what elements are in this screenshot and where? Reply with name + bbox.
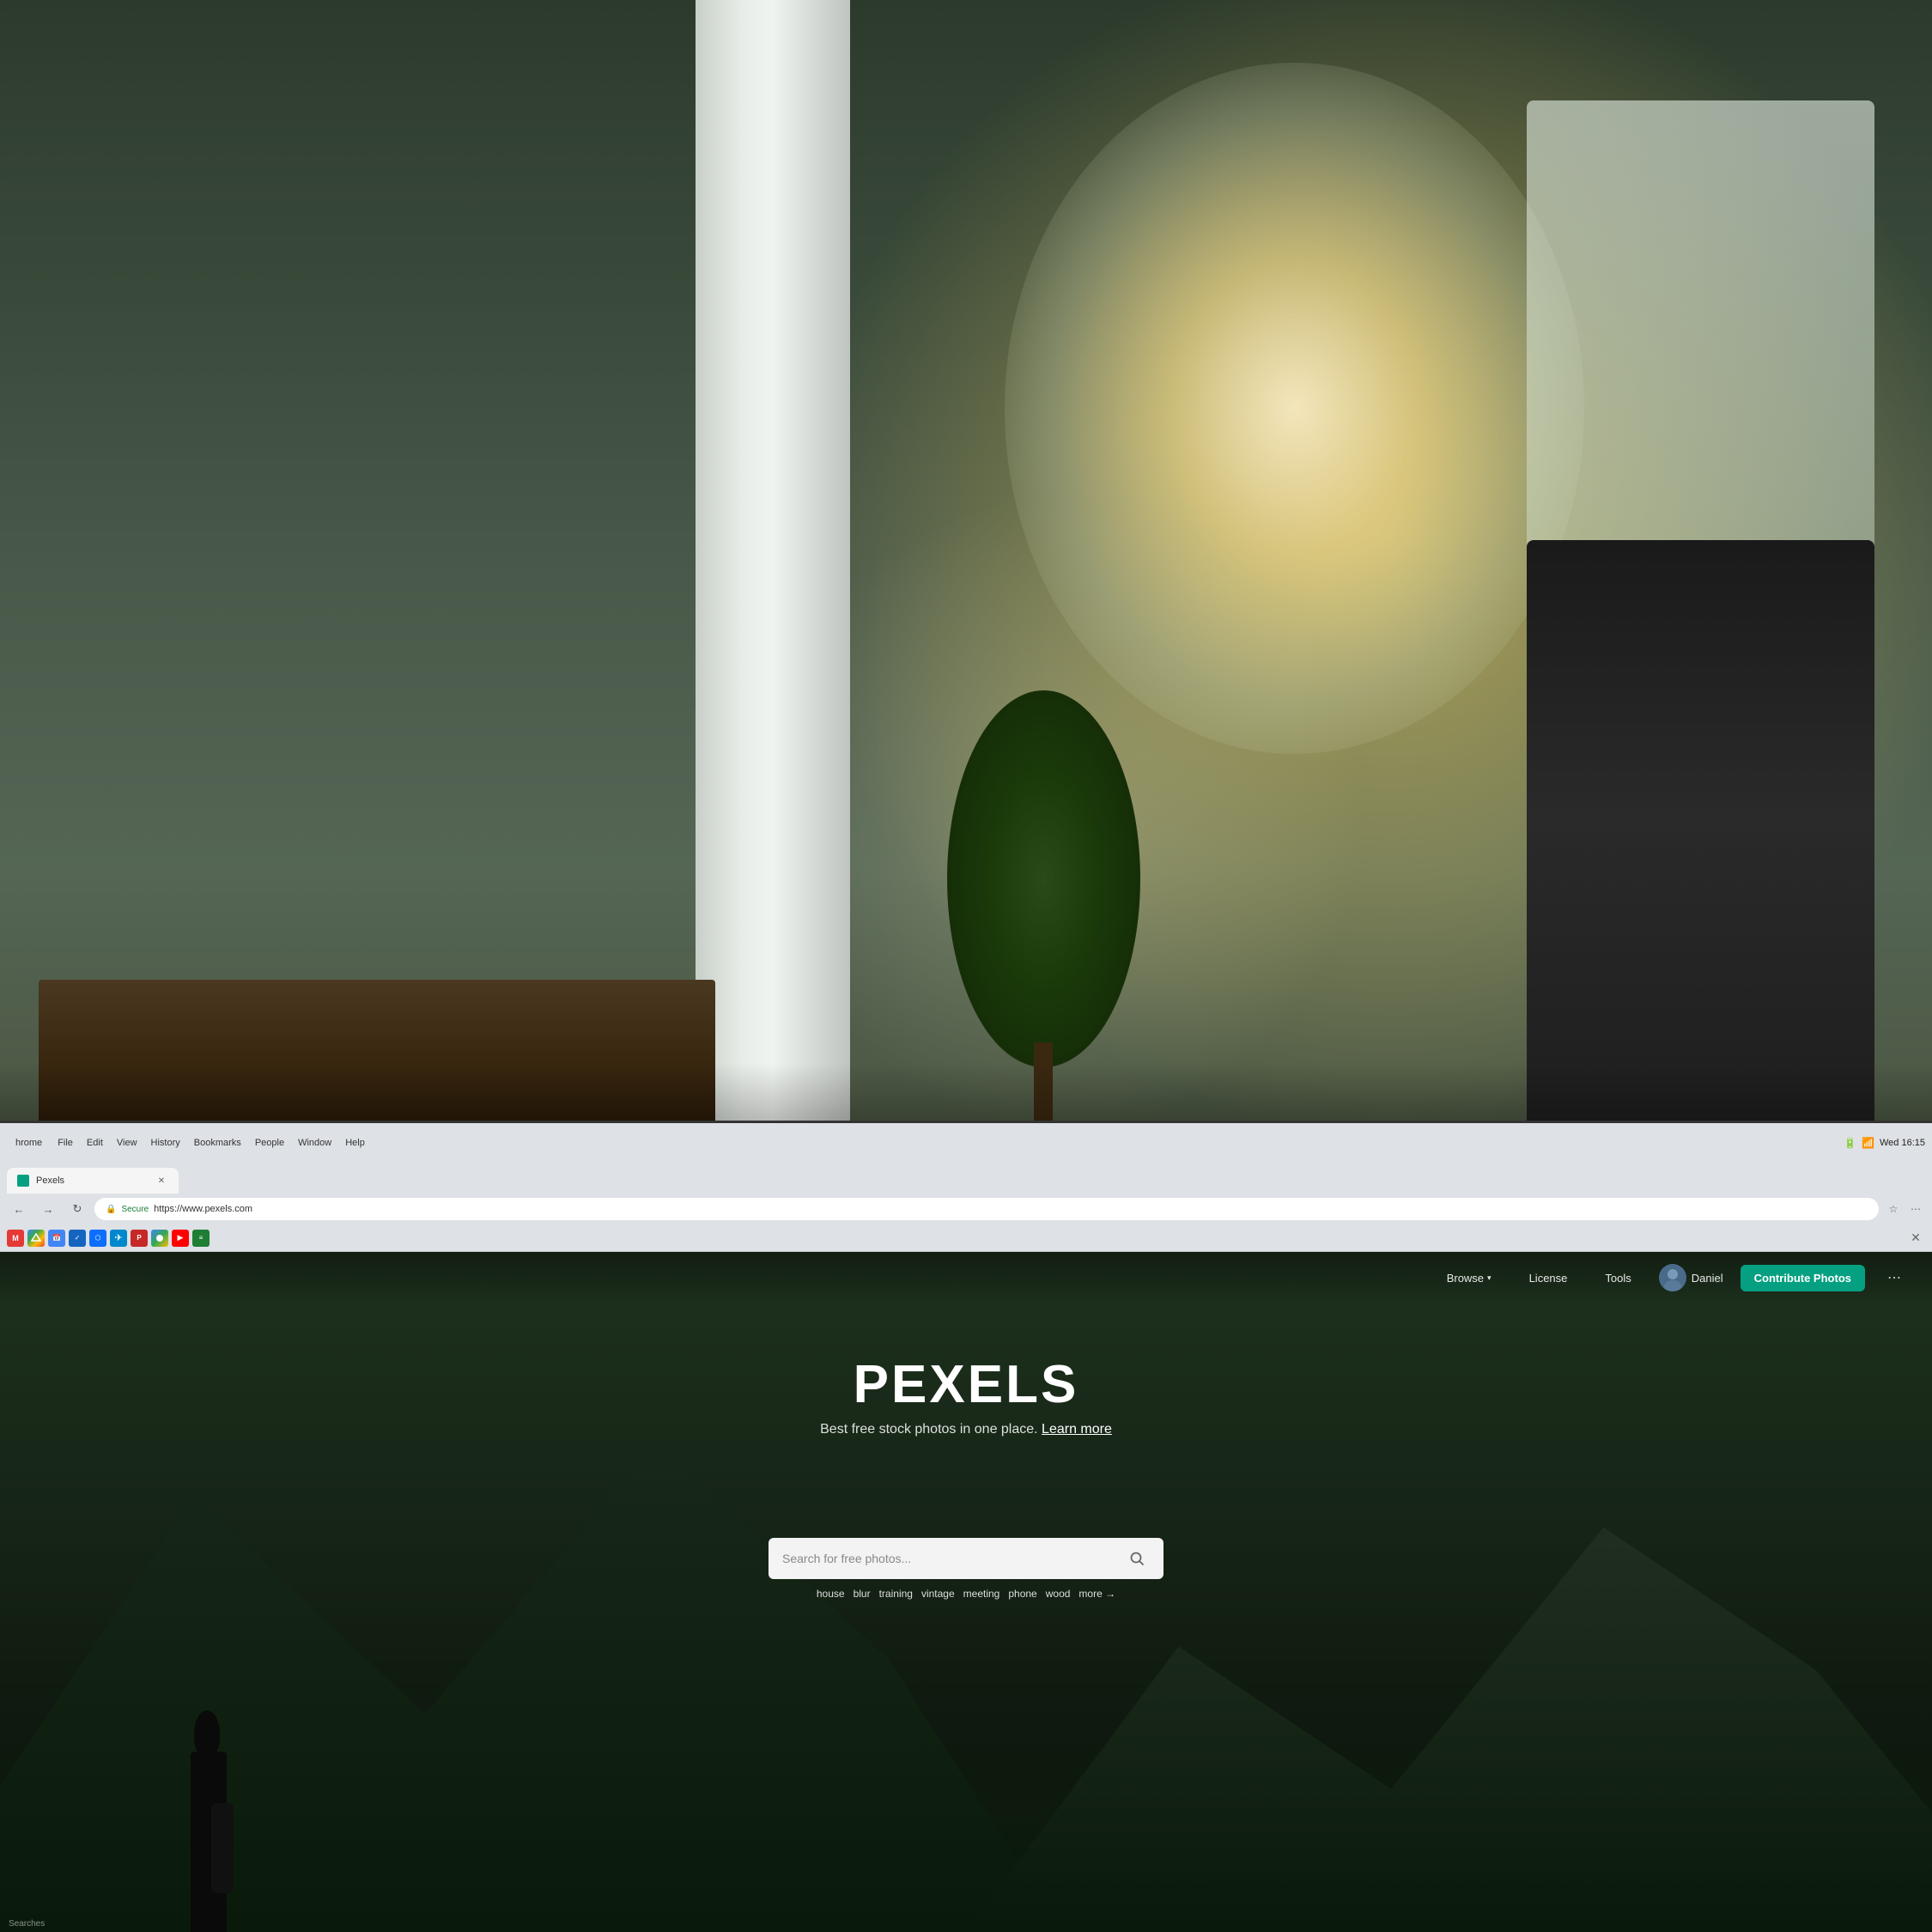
back-button[interactable]: ←: [7, 1197, 31, 1221]
user-profile[interactable]: Daniel: [1659, 1264, 1723, 1291]
system-time: Wed 16:15: [1880, 1138, 1925, 1148]
tag-house[interactable]: house: [817, 1588, 845, 1600]
tag-blur[interactable]: blur: [854, 1588, 871, 1600]
secure-text: Secure: [121, 1205, 149, 1214]
extension-vpn-icon[interactable]: ⬡: [89, 1230, 106, 1247]
address-url: https://www.pexels.com: [154, 1204, 252, 1214]
chevron-down-icon: ▾: [1487, 1273, 1492, 1283]
pexels-hero: Browse ▾ License Tools Daniel Cont: [0, 1252, 1932, 1932]
office-window-bright: [1005, 63, 1584, 753]
tab-close-button[interactable]: ✕: [155, 1174, 168, 1188]
browser-toolbar: M 📅 ✓ ⬡ ✈ P ▶ ≡ ✕: [0, 1224, 1932, 1252]
extension-calendar-icon[interactable]: 📅: [48, 1230, 65, 1247]
menu-view[interactable]: View: [110, 1136, 144, 1150]
license-nav-button[interactable]: License: [1519, 1267, 1578, 1290]
active-tab[interactable]: Pexels ✕: [7, 1168, 179, 1194]
extension-youtube-icon[interactable]: ▶: [172, 1230, 189, 1247]
menu-window[interactable]: Window: [291, 1136, 338, 1150]
menu-history[interactable]: History: [144, 1136, 187, 1150]
subtitle-text: Best free stock photos in one place.: [820, 1422, 1037, 1437]
menu-bookmarks[interactable]: Bookmarks: [187, 1136, 248, 1150]
address-bar-row: ← → ↻ 🔒 Secure https://www.pexels.com ☆ …: [0, 1194, 1932, 1224]
search-placeholder: Search for free photos...: [782, 1552, 1114, 1565]
person-backpack: [211, 1803, 234, 1893]
extension-chrome-icon[interactable]: [151, 1230, 168, 1247]
extensions-icon[interactable]: ⋯: [1906, 1200, 1925, 1218]
search-button[interactable]: [1124, 1546, 1150, 1571]
hero-subtitle: Best free stock photos in one place. Lea…: [820, 1422, 1112, 1437]
menu-people[interactable]: People: [248, 1136, 291, 1150]
tag-meeting[interactable]: meeting: [963, 1588, 1000, 1600]
secure-icon: 🔒: [106, 1205, 116, 1214]
extension-sheets-icon[interactable]: ≡: [192, 1230, 210, 1247]
tag-wood[interactable]: wood: [1046, 1588, 1071, 1600]
tab-favicon: [17, 1175, 29, 1187]
close-button[interactable]: ✕: [1906, 1229, 1925, 1248]
pexels-nav: Browse ▾ License Tools Daniel Cont: [0, 1252, 1932, 1303]
address-actions: ☆ ⋯: [1884, 1200, 1925, 1218]
monitor-frame: hrome File Edit View History Bookmarks P…: [0, 1121, 1932, 1932]
wifi-icon: 📶: [1862, 1137, 1874, 1149]
tools-nav-button[interactable]: Tools: [1595, 1267, 1641, 1290]
searches-label: Searches: [9, 1919, 45, 1929]
pexels-logo: PEXELS: [820, 1354, 1112, 1415]
menu-file[interactable]: File: [51, 1136, 80, 1150]
more-options-button[interactable]: ⋯: [1882, 1266, 1906, 1290]
person-silhouette: [155, 1674, 258, 1932]
tab-title: Pexels: [36, 1176, 148, 1186]
tabs-bar: Pexels ✕: [0, 1163, 1932, 1194]
browse-nav-button[interactable]: Browse ▾: [1437, 1267, 1502, 1290]
pexels-website: Browse ▾ License Tools Daniel Cont: [0, 1252, 1932, 1932]
system-tray: 🔋 📶 Wed 16:15: [1844, 1137, 1925, 1149]
browser-chrome: Pexels ✕ ← → ↻ 🔒 Secure https://www.pexe…: [0, 1163, 1932, 1252]
contribute-photos-button[interactable]: Contribute Photos: [1741, 1265, 1865, 1291]
forward-button[interactable]: →: [36, 1197, 60, 1221]
search-container: Search for free photos... house blur tra…: [769, 1538, 1163, 1600]
user-avatar: [1659, 1264, 1686, 1291]
battery-icon: 🔋: [1844, 1137, 1856, 1149]
menu-help[interactable]: Help: [338, 1136, 372, 1150]
refresh-button[interactable]: ↻: [65, 1197, 89, 1221]
extension-pdf-icon[interactable]: P: [131, 1230, 148, 1247]
menu-edit[interactable]: Edit: [80, 1136, 110, 1150]
app-name: hrome: [7, 1138, 51, 1148]
bookmark-icon[interactable]: ☆: [1884, 1200, 1903, 1218]
user-name: Daniel: [1692, 1272, 1723, 1285]
extension-telegram-icon[interactable]: ✈: [110, 1230, 127, 1247]
search-tags: house blur training vintage meeting phon…: [769, 1588, 1163, 1600]
tag-more[interactable]: more →: [1078, 1588, 1115, 1600]
address-input[interactable]: 🔒 Secure https://www.pexels.com: [94, 1198, 1879, 1220]
os-menu-bar: hrome File Edit View History Bookmarks P…: [0, 1123, 1932, 1163]
tag-phone[interactable]: phone: [1008, 1588, 1036, 1600]
browse-label: Browse: [1447, 1272, 1484, 1285]
tag-training[interactable]: training: [879, 1588, 913, 1600]
tag-vintage[interactable]: vintage: [921, 1588, 955, 1600]
hero-text-block: PEXELS Best free stock photos in one pla…: [820, 1354, 1112, 1437]
menu-items: File Edit View History Bookmarks People …: [51, 1136, 372, 1150]
extension-gmail-icon[interactable]: M: [7, 1230, 24, 1247]
person-head: [194, 1710, 220, 1757]
extension-todo-icon[interactable]: ✓: [69, 1230, 86, 1247]
search-box[interactable]: Search for free photos...: [769, 1538, 1163, 1579]
learn-more-link[interactable]: Learn more: [1042, 1422, 1112, 1437]
extension-drive-icon[interactable]: [27, 1230, 45, 1247]
